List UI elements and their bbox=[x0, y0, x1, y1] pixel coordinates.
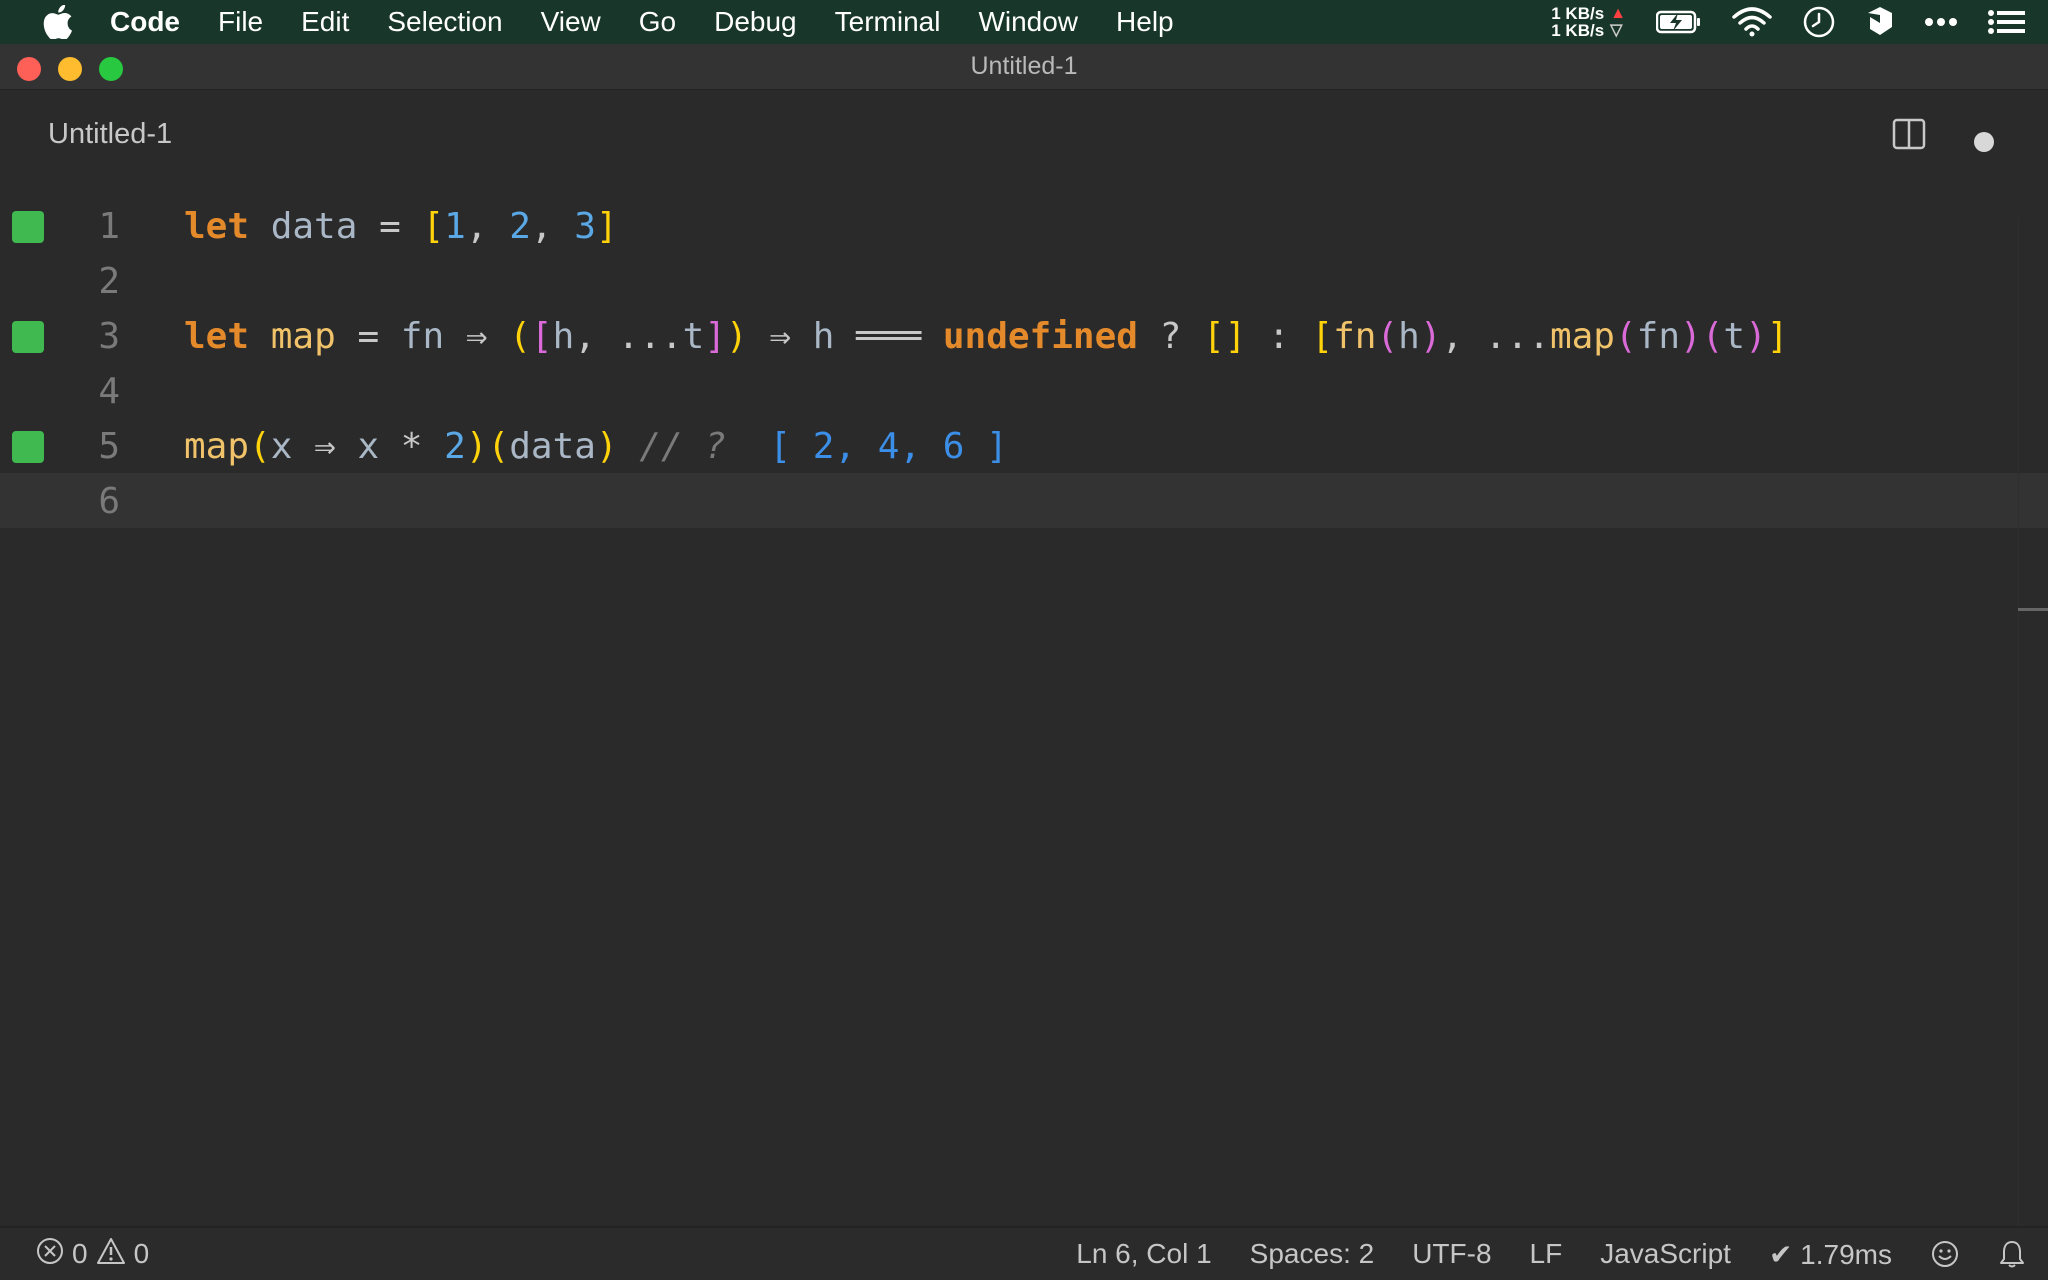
unsaved-changes-dot-icon[interactable] bbox=[1974, 132, 1994, 152]
cursor-position[interactable]: Ln 6, Col 1 bbox=[1076, 1238, 1211, 1270]
vscode-window: Untitled-1 Untitled-1 1 let data = [1, 2… bbox=[0, 44, 2048, 1280]
menu-edit[interactable]: Edit bbox=[301, 6, 349, 38]
menu-terminal[interactable]: Terminal bbox=[835, 6, 941, 38]
apple-icon[interactable] bbox=[38, 2, 78, 42]
battery-charging-icon[interactable] bbox=[1656, 10, 1702, 34]
line-number: 4 bbox=[98, 371, 120, 412]
upload-arrow-icon: ▲ bbox=[1610, 5, 1626, 22]
maximize-window-button[interactable] bbox=[99, 57, 123, 81]
network-monitor[interactable]: 1 KB/s ▲ 1 KB/s ▽ bbox=[1551, 5, 1626, 39]
line-number: 1 bbox=[98, 206, 120, 247]
code-text-line-1[interactable]: let data = [1, 2, 3] bbox=[184, 206, 618, 247]
coverage-marker-icon bbox=[12, 431, 44, 463]
window-title: Untitled-1 bbox=[970, 52, 1078, 80]
menu-file[interactable]: File bbox=[218, 6, 263, 38]
net-down-rate: 1 KB/s bbox=[1551, 21, 1605, 40]
code-line: 3 let map = fn ⇒ ([h, ...t]) ⇒ h ═══ und… bbox=[0, 308, 2048, 363]
editor-tab-bar: Untitled-1 bbox=[0, 90, 2048, 174]
editor-scrollbar[interactable] bbox=[2018, 218, 2048, 1270]
minimize-window-button[interactable] bbox=[58, 57, 82, 81]
notifications-bell-icon[interactable] bbox=[1998, 1239, 2026, 1269]
more-icon[interactable] bbox=[1924, 17, 1958, 27]
coverage-marker-icon bbox=[12, 211, 44, 243]
code-line-current[interactable]: 6 bbox=[0, 473, 2048, 528]
language-mode[interactable]: JavaScript bbox=[1600, 1238, 1731, 1270]
menubar-status-area: 1 KB/s ▲ 1 KB/s ▽ bbox=[1551, 0, 2026, 44]
line-number: 5 bbox=[98, 426, 120, 467]
window-controls bbox=[17, 57, 123, 81]
quokka-timing[interactable]: ✔ 1.79ms bbox=[1769, 1238, 1892, 1271]
status-right: Ln 6, Col 1 Spaces: 2 UTF-8 LF JavaScrip… bbox=[1076, 1238, 2026, 1271]
code-line: 5 map(x ⇒ x * 2)(data) // ? [ 2, 4, 6 ] bbox=[0, 418, 2048, 473]
code-text-line-5[interactable]: map(x ⇒ x * 2)(data) // ? [ 2, 4, 6 ] bbox=[184, 426, 1008, 467]
error-count: 0 bbox=[72, 1238, 88, 1269]
menu-selection[interactable]: Selection bbox=[387, 6, 502, 38]
status-bar: 0 0 Ln 6, Col 1 Spaces: 2 UTF-8 LF JavaS… bbox=[0, 1226, 2048, 1280]
indentation-setting[interactable]: Spaces: 2 bbox=[1250, 1238, 1375, 1270]
line-number: 2 bbox=[98, 261, 120, 302]
warning-icon bbox=[96, 1237, 126, 1272]
notification-center-icon[interactable] bbox=[1988, 9, 2026, 35]
file-encoding[interactable]: UTF-8 bbox=[1412, 1238, 1491, 1270]
feedback-smiley-icon[interactable] bbox=[1930, 1239, 1960, 1269]
split-editor-icon[interactable] bbox=[1892, 118, 1926, 155]
problems-indicator[interactable]: 0 0 bbox=[36, 1237, 149, 1272]
error-icon bbox=[36, 1237, 64, 1272]
code-editor[interactable]: 1 let data = [1, 2, 3] 2 3 let map = fn … bbox=[0, 174, 2048, 1226]
title-bar[interactable]: Untitled-1 bbox=[0, 44, 2048, 90]
warning-count: 0 bbox=[133, 1238, 150, 1269]
scrollbar-cursor-marker bbox=[2018, 608, 2048, 611]
line-number: 6 bbox=[98, 481, 120, 522]
time-machine-icon[interactable] bbox=[1802, 5, 1836, 39]
coverage-marker-icon bbox=[12, 321, 44, 353]
close-window-button[interactable] bbox=[17, 57, 41, 81]
menu-go[interactable]: Go bbox=[639, 6, 676, 38]
wifi-icon[interactable] bbox=[1732, 7, 1772, 37]
end-of-line[interactable]: LF bbox=[1530, 1238, 1563, 1270]
menu-bar: Code File Edit Selection View Go Debug T… bbox=[0, 0, 2048, 44]
menu-debug[interactable]: Debug bbox=[714, 6, 797, 38]
menu-help[interactable]: Help bbox=[1116, 6, 1174, 38]
menu-view[interactable]: View bbox=[541, 6, 601, 38]
download-arrow-icon: ▽ bbox=[1610, 22, 1623, 39]
dropbox-icon[interactable] bbox=[1866, 5, 1894, 39]
menu-app-code[interactable]: Code bbox=[110, 6, 180, 38]
net-up-rate: 1 KB/s bbox=[1551, 4, 1605, 23]
line-number: 3 bbox=[98, 316, 120, 357]
tab-untitled-1[interactable]: Untitled-1 bbox=[48, 118, 172, 151]
code-line: 1 let data = [1, 2, 3] bbox=[0, 198, 2048, 253]
code-line: 4 bbox=[0, 363, 2048, 418]
inline-result: [ 2, 4, 6 ] bbox=[769, 426, 1008, 467]
menu-window[interactable]: Window bbox=[978, 6, 1078, 38]
code-line: 2 bbox=[0, 253, 2048, 308]
code-text-line-3[interactable]: let map = fn ⇒ ([h, ...t]) ⇒ h ═══ undef… bbox=[184, 316, 1788, 357]
